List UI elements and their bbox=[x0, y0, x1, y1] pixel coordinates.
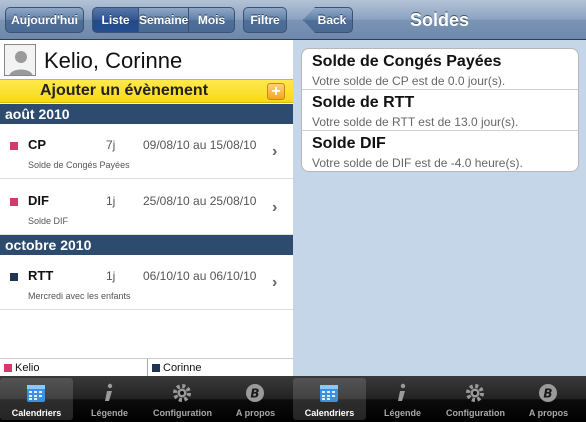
legend-label: Kelio bbox=[15, 362, 40, 374]
calendar-color-swatch bbox=[10, 273, 18, 281]
brand-b-icon: B bbox=[246, 384, 264, 402]
event-code: CP bbox=[28, 137, 47, 152]
page-title: Soldes bbox=[409, 10, 470, 30]
person-header: Kelio, Corinne bbox=[0, 41, 293, 79]
tab-label: Calendriers bbox=[11, 408, 62, 418]
event-description: Solde DIF bbox=[28, 216, 69, 226]
calendar-icon bbox=[320, 385, 338, 402]
event-date-range: 25/08/10 au 25/08/10 bbox=[143, 194, 257, 208]
legend-item: Kelio bbox=[4, 359, 39, 377]
tab-legende[interactable]: Légende bbox=[366, 378, 439, 420]
balance-title: Solde de RTT bbox=[312, 94, 415, 111]
chevron-right-icon: › bbox=[272, 199, 278, 216]
tab-label: Légende bbox=[383, 408, 421, 418]
balances-navbar: Back Soldes bbox=[293, 0, 586, 40]
gear-icon bbox=[466, 384, 484, 402]
brand-b-icon: B bbox=[539, 384, 557, 402]
tab-label: Calendriers bbox=[304, 408, 355, 418]
tab-bar: Calendriers Légende Configuration B A pr… bbox=[293, 376, 586, 422]
event-description: Mercredi avec les enfants bbox=[28, 291, 131, 301]
tab-calendriers[interactable]: Calendriers bbox=[293, 378, 366, 420]
chevron-right-icon: › bbox=[272, 274, 278, 291]
calendar-icon bbox=[27, 385, 45, 402]
svg-text:B: B bbox=[543, 387, 552, 401]
tab-label: Légende bbox=[90, 408, 128, 418]
event-duration: 7j bbox=[106, 138, 116, 152]
event-date-range: 06/10/10 au 06/10/10 bbox=[143, 269, 257, 283]
event-duration: 1j bbox=[106, 194, 116, 208]
person-silhouette-icon bbox=[9, 51, 33, 75]
person-name: Kelio, Corinne bbox=[44, 48, 183, 73]
balance-detail: Votre solde de DIF est de -4.0 heure(s). bbox=[312, 156, 523, 170]
event-duration: 1j bbox=[106, 269, 116, 283]
add-event-bar[interactable]: Ajouter un évènement + bbox=[0, 79, 293, 103]
balances-pane: Back Soldes Solde de Congés Payées Votre… bbox=[293, 0, 586, 422]
calendar-color-swatch bbox=[10, 142, 18, 150]
balance-detail: Votre solde de CP est de 0.0 jour(s). bbox=[312, 74, 506, 88]
tab-label: Configuration bbox=[153, 408, 212, 418]
balances-list: Solde de Congés Payées Votre solde de CP… bbox=[301, 48, 579, 172]
legend-item: Corinne bbox=[152, 359, 202, 377]
calendar-color-swatch bbox=[10, 198, 18, 206]
tab-configuration[interactable]: Configuration bbox=[439, 378, 512, 420]
month-header: août 2010 bbox=[0, 104, 293, 124]
add-event-label: Ajouter un évènement bbox=[40, 82, 209, 99]
month-header: octobre 2010 bbox=[0, 235, 293, 255]
calendar-pane: Aujourd'hui Liste Semaine Mois Filtre Ke… bbox=[0, 0, 293, 422]
legend-divider bbox=[147, 359, 148, 377]
tab-legende[interactable]: Légende bbox=[73, 378, 146, 420]
tab-bar: Calendriers Légende Configuration B A pr… bbox=[0, 376, 293, 422]
view-week-tab[interactable]: Semaine bbox=[138, 7, 189, 33]
tab-a-propos[interactable]: B A propos bbox=[219, 378, 292, 420]
balance-detail: Votre solde de RTT est de 13.0 jour(s). bbox=[312, 115, 519, 129]
gear-icon bbox=[173, 384, 191, 402]
view-month-tab[interactable]: Mois bbox=[188, 7, 235, 33]
info-icon bbox=[398, 383, 406, 401]
legend-swatch bbox=[4, 364, 12, 372]
tab-calendriers[interactable]: Calendriers bbox=[0, 378, 73, 420]
event-code: RTT bbox=[28, 268, 54, 283]
add-plus-icon[interactable]: + bbox=[267, 83, 285, 100]
event-date-range: 09/08/10 au 15/08/10 bbox=[143, 138, 257, 152]
balance-title: Solde de Congés Payées bbox=[312, 53, 502, 70]
balance-row[interactable]: Solde de Congés Payées Votre solde de CP… bbox=[302, 49, 578, 90]
calendar-legend: Kelio Corinne bbox=[0, 358, 293, 377]
balance-row[interactable]: Solde DIF Votre solde de DIF est de -4.0… bbox=[302, 131, 578, 172]
event-row[interactable]: RTT 1j 06/10/10 au 06/10/10 Mercredi ave… bbox=[0, 255, 293, 310]
avatar[interactable] bbox=[4, 44, 36, 76]
tab-label: A propos bbox=[235, 408, 276, 418]
event-code: DIF bbox=[28, 193, 49, 208]
tab-configuration[interactable]: Configuration bbox=[146, 378, 219, 420]
tab-label: A propos bbox=[528, 408, 569, 418]
balance-title: Solde DIF bbox=[312, 135, 386, 152]
event-description: Solde de Congés Payées bbox=[28, 160, 130, 170]
legend-label: Corinne bbox=[163, 362, 202, 374]
info-icon bbox=[105, 383, 113, 401]
filter-button[interactable]: Filtre bbox=[243, 7, 287, 33]
event-row[interactable]: DIF 1j 25/08/10 au 25/08/10 Solde DIF › bbox=[0, 180, 293, 235]
balance-row[interactable]: Solde de RTT Votre solde de RTT est de 1… bbox=[302, 90, 578, 131]
tab-label: Configuration bbox=[446, 408, 505, 418]
chevron-right-icon: › bbox=[272, 143, 278, 160]
calendar-toolbar: Aujourd'hui Liste Semaine Mois Filtre bbox=[0, 0, 293, 40]
event-row[interactable]: CP 7j 09/08/10 au 15/08/10 Solde de Cong… bbox=[0, 124, 293, 179]
view-list-tab[interactable]: Liste bbox=[92, 7, 139, 33]
today-button[interactable]: Aujourd'hui bbox=[5, 7, 84, 33]
svg-text:B: B bbox=[250, 387, 259, 401]
tab-a-propos[interactable]: B A propos bbox=[512, 378, 585, 420]
legend-swatch bbox=[152, 364, 160, 372]
